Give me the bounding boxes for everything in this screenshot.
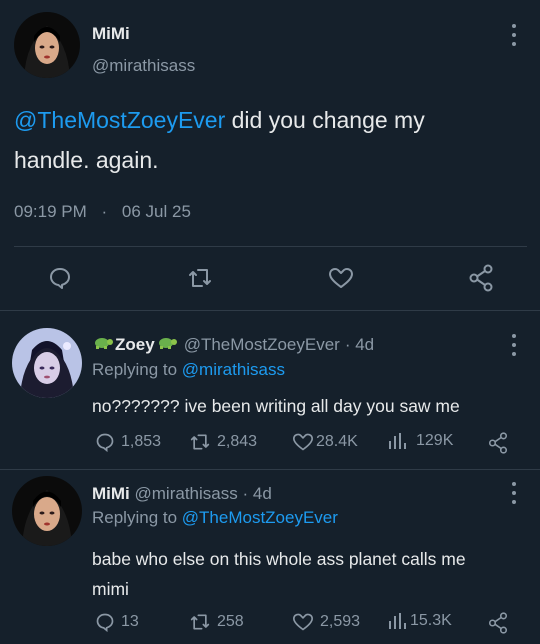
reply-count: 13	[121, 613, 139, 630]
share-icon[interactable]	[487, 612, 509, 634]
reply2-like-stat[interactable]: 2,593	[292, 612, 360, 632]
replying-to-link[interactable]: @mirathisass	[182, 360, 285, 379]
divider	[0, 310, 540, 311]
retweet-icon	[189, 612, 211, 632]
reply1-retweet-stat[interactable]: 2,843	[189, 432, 257, 452]
replying-prefix: Replying to	[92, 360, 182, 379]
reply1-age: · 4d	[344, 334, 375, 354]
replying-prefix: Replying to	[92, 508, 182, 527]
reply1-name[interactable]: Zoey	[115, 335, 155, 355]
like-icon	[292, 612, 314, 632]
reply-icon[interactable]	[48, 266, 72, 290]
turtle-emoji-icon	[92, 334, 114, 355]
tweet-date: 06 Jul 25	[121, 202, 191, 221]
reply1-header: Zoey @TheMostZoeyEver · 4d	[92, 334, 374, 355]
views-count: 15.3K	[410, 612, 452, 629]
tweet-text-line2: handle. again.	[14, 147, 159, 173]
reply1-reply-stat[interactable]: 1,853	[95, 432, 161, 452]
reply2-name[interactable]: MiMi	[92, 484, 130, 503]
views-count: 129K	[416, 432, 454, 449]
timestamp-separator: ·	[101, 202, 108, 221]
avatar-zoey[interactable]	[12, 328, 82, 398]
retweet-icon	[189, 432, 211, 452]
reply1-views-stat[interactable]: 129K	[388, 432, 453, 450]
tweet-timestamp: 09:19 PM · 06 Jul 25	[14, 202, 191, 222]
mention-link[interactable]: @TheMostZoeyEver	[14, 107, 225, 133]
reply2-views-stat[interactable]: 15.3K	[388, 612, 452, 630]
tweet-text: @TheMostZoeyEver did you change my handl…	[14, 100, 524, 180]
views-icon	[388, 432, 406, 450]
more-icon[interactable]	[506, 482, 522, 504]
reply1-replying: Replying to @mirathisass	[92, 360, 285, 380]
avatar-mimi[interactable]	[14, 12, 80, 78]
retweet-icon[interactable]	[187, 266, 213, 290]
reply2-text: babe who else on this whole ass planet c…	[92, 544, 466, 604]
reply-icon	[95, 612, 115, 632]
reply2-reply-stat[interactable]: 13	[95, 612, 139, 632]
share-icon[interactable]	[468, 264, 494, 292]
reply2-retweet-stat[interactable]: 258	[189, 612, 244, 632]
retweet-count: 258	[217, 613, 244, 630]
tweet-time: 09:19 PM	[14, 202, 87, 221]
more-icon[interactable]	[506, 24, 522, 46]
reply2-replying: Replying to @TheMostZoeyEver	[92, 508, 338, 528]
divider	[0, 469, 540, 470]
divider	[14, 246, 527, 247]
reply2-handle[interactable]: @mirathisass	[135, 484, 238, 503]
reply2-header: MiMi @mirathisass · 4d	[92, 484, 272, 504]
reply2-text-line1: babe who else on this whole ass planet c…	[92, 549, 466, 569]
turtle-emoji-icon	[156, 334, 178, 355]
more-icon[interactable]	[506, 334, 522, 356]
reply2-text-line2: mimi	[92, 579, 129, 599]
share-icon[interactable]	[487, 432, 509, 454]
like-icon[interactable]	[328, 266, 354, 290]
like-count: 2,593	[320, 613, 361, 630]
replying-to-link[interactable]: @TheMostZoeyEver	[182, 508, 338, 527]
views-icon	[388, 612, 406, 630]
retweet-count: 2,843	[217, 433, 258, 450]
author-name[interactable]: MiMi	[92, 24, 130, 44]
reply1-text: no??????? ive been writing all day you s…	[92, 396, 460, 416]
author-handle[interactable]: @mirathisass	[92, 56, 195, 76]
reply1-like-stat[interactable]: 28.4K	[292, 432, 358, 452]
like-count: 28.4K	[316, 433, 358, 450]
avatar-mimi[interactable]	[12, 476, 82, 546]
tweet-text-line1: did you change my	[225, 107, 425, 133]
reply-count: 1,853	[121, 433, 162, 450]
reply-icon	[95, 432, 115, 452]
reply1-handle[interactable]: @TheMostZoeyEver	[184, 335, 340, 355]
reply2-age: · 4d	[242, 484, 272, 503]
like-icon	[292, 432, 314, 452]
